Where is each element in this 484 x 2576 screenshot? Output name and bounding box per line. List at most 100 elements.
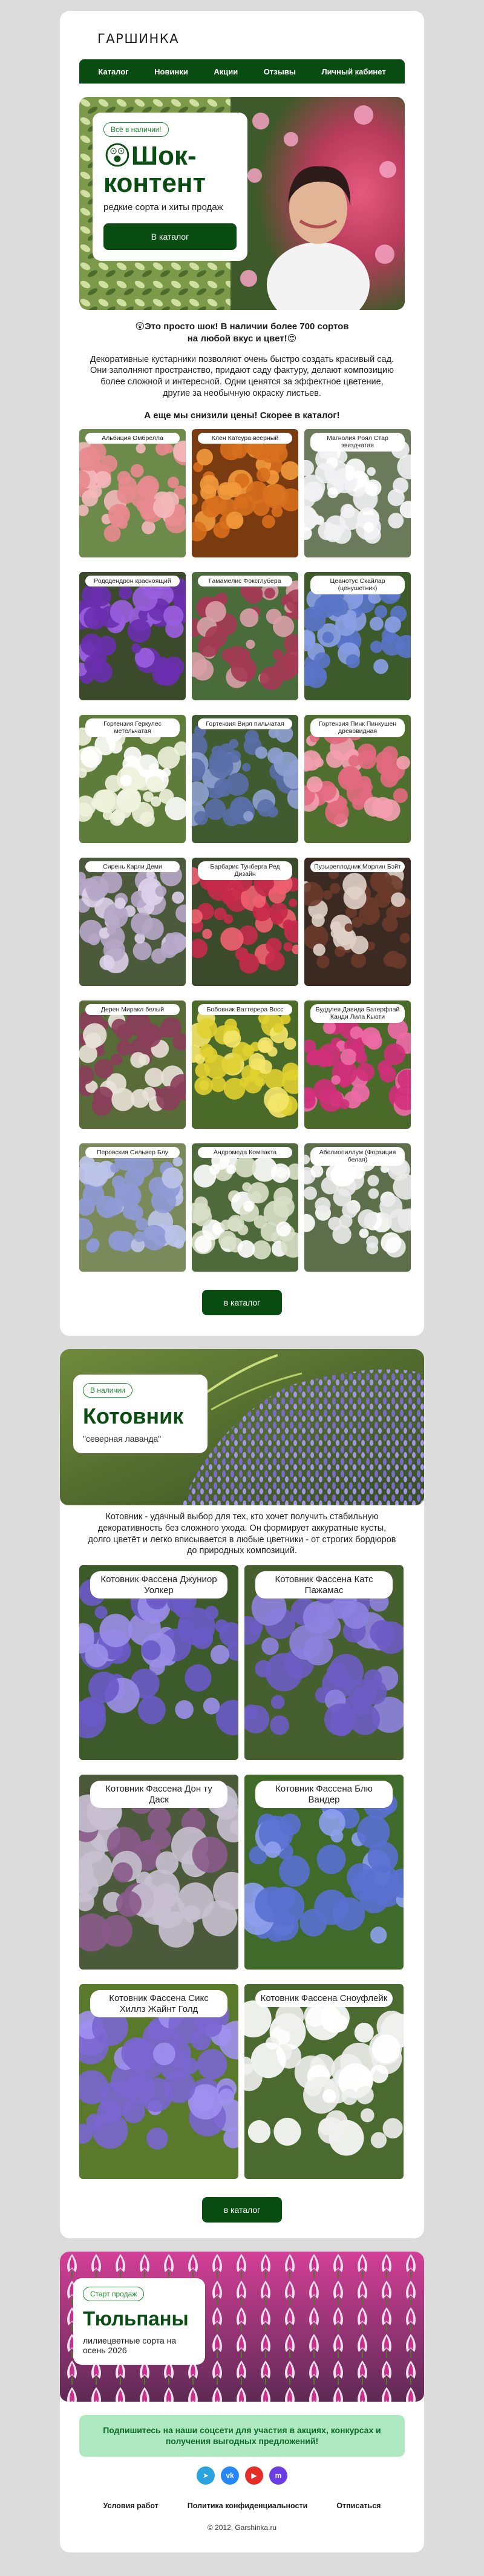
vk-icon[interactable]: vk <box>221 2466 239 2485</box>
shrub-photo <box>79 429 186 557</box>
shrub-card[interactable]: Барбарис Тунберга Ред Дизайн <box>192 857 298 986</box>
kotovnik-card: В наличии Котовник "северная лаванда" Ко… <box>60 1349 424 2239</box>
intro-heading: 😲Это просто шок! В наличии более 700 сор… <box>135 321 349 344</box>
nav-promo[interactable]: Акции <box>214 67 238 76</box>
shrub-card[interactable]: Альбиция Омбрелла <box>79 429 186 557</box>
hero-title: 😲Шок- контент <box>103 141 206 198</box>
kotovnik-card-item[interactable]: Котовник Фассена Дон ту Даск <box>79 1775 238 1970</box>
kotovnik-catalog-button[interactable]: в каталог <box>202 2197 282 2223</box>
shrub-photo <box>79 571 186 700</box>
logo[interactable]: ГАРШИНКА <box>79 27 405 51</box>
kotovnik-label: Котовник Фассена Блю Вандер <box>255 1781 393 1808</box>
shrub-card[interactable]: Цеанотус Скайлар (ценушетник) <box>304 571 411 700</box>
kotovnik-title: Котовник <box>83 1403 184 1428</box>
grid-heading: А еще мы снизили цены! Скорее в каталог! <box>144 410 340 421</box>
kotovnik-card-item[interactable]: Котовник Фассена Сикс Хиллз Жайнт Голд <box>79 1984 238 2180</box>
shrub-label: Гортензия Геркулес метельчатая <box>85 718 180 738</box>
telegram-icon[interactable]: ➤ <box>197 2466 215 2485</box>
terms-link[interactable]: Условия работ <box>103 2502 159 2510</box>
shrub-card[interactable]: Гортензия Геркулес метельчатая <box>79 714 186 843</box>
social-links: ➤ vk ▶ m <box>60 2466 424 2485</box>
nav-account[interactable]: Личный кабинет <box>321 67 385 76</box>
youtube-icon[interactable]: ▶ <box>245 2466 263 2485</box>
shrub-label: Дерен Миракл белый <box>85 1004 180 1016</box>
shrub-card[interactable]: Пузыреплодник Морлин Бэйт <box>304 857 411 986</box>
shrub-photo <box>79 1000 186 1129</box>
kotovnik-label: Котовник Фассена Катс Пажамас <box>255 1571 393 1598</box>
kotovnik-label: Котовник Фассена Сноуфлейк <box>255 1990 393 2007</box>
shrub-label: Бобовник Ваттерера Восс <box>198 1004 292 1016</box>
hero-badge: Всё в наличии! <box>103 122 169 137</box>
shrub-card[interactable]: Абелиопиллум (Форзиция белая) <box>304 1143 411 1272</box>
kotovnik-text: Котовник - удачный выбор для тех, кто хо… <box>88 1511 396 1556</box>
kotovnik-label: Котовник Фассена Сикс Хиллз Жайнт Голд <box>90 1990 227 2017</box>
shrub-card[interactable]: Дерен Миракл белый <box>79 1000 186 1129</box>
nav-catalog[interactable]: Каталог <box>98 67 128 76</box>
tulips-subtitle: лилиецветные сорта на осень 2026 <box>83 2335 177 2355</box>
logo-text: ГАРШИНКА <box>97 31 180 46</box>
shrub-card[interactable]: Андромеда Компакта <box>192 1143 298 1272</box>
shrub-label: Гамамелис Фоксглубера <box>198 575 292 587</box>
kotovnik-card-item[interactable]: Котовник Фассена Катс Пажамас <box>244 1565 404 1761</box>
copyright: © 2012, Garshinka.ru <box>207 2523 277 2532</box>
tulips-title: Тюльпаны <box>83 2307 189 2330</box>
hero-banner: Всё в наличии! 😲Шок- контент редкие сорт… <box>79 97 405 310</box>
hero-subtitle: редкие сорта и хиты продаж <box>103 202 223 212</box>
kotovnik-photo-item <box>244 1984 404 2180</box>
shrub-label: Буддлея Давида Батерфлай Канди Лила Кьют… <box>310 1004 405 1024</box>
shrub-photo <box>192 1000 298 1129</box>
footer-links: Условия работ Политика конфиденциальност… <box>60 2502 424 2510</box>
kotovnik-card-item[interactable]: Котовник Фассена Сноуфлейк <box>244 1984 404 2180</box>
kotovnik-badge: В наличии <box>83 1382 133 1398</box>
main-nav: Каталог Новинки Акции Отзывы Личный каби… <box>79 59 405 84</box>
tulips-box: Старт продаж Тюльпаны лилиецветные сорта… <box>73 2278 205 2365</box>
shrub-card[interactable]: Сирень Карли Деми <box>79 857 186 986</box>
unsubscribe-link[interactable]: Отписаться <box>336 2502 381 2510</box>
shrub-card[interactable]: Магнолия Роял Стар звездчатая <box>304 429 411 557</box>
shrub-label: Цеанотус Скайлар (ценушетник) <box>310 575 405 595</box>
shrub-label: Гортензия Пинк Пинкушен древовидная <box>310 718 405 738</box>
shrub-card[interactable]: Рододендрон красноящий <box>79 571 186 700</box>
tulips-banner: Старт продаж Тюльпаны лилиецветные сорта… <box>60 2252 424 2402</box>
hero-promo-box: Всё в наличии! 😲Шок- контент редкие сорт… <box>93 113 247 261</box>
shrub-photo <box>192 571 298 700</box>
nav-new[interactable]: Новинки <box>154 67 188 76</box>
intro-text: Декоративные кустарники позволяют очень … <box>90 354 394 399</box>
kotovnik-label: Котовник Фассена Дон ту Даск <box>90 1781 227 1808</box>
shrub-label: Альбиция Омбрелла <box>85 432 180 444</box>
shrub-card[interactable]: Бобовник Ваттерера Восс <box>192 1000 298 1129</box>
shrub-grid: Альбиция Омбрелла Клен Катсура веерный М… <box>79 429 411 1272</box>
shrub-label: Сирень Карли Деми <box>85 861 180 873</box>
privacy-link[interactable]: Политика конфиденциальности <box>188 2502 307 2510</box>
max-icon[interactable]: m <box>269 2466 287 2485</box>
shrub-card[interactable]: Буддлея Давида Батерфлай Канди Лила Кьют… <box>304 1000 411 1129</box>
hero-catalog-button[interactable]: В каталог <box>103 223 237 250</box>
shrub-label: Гортензия Вирл пильчатая <box>198 718 292 730</box>
shrub-label: Рододендрон красноящий <box>85 575 180 587</box>
kotovnik-grid: Котовник Фассена Джуниор Уолкер Котовник… <box>79 1565 405 2180</box>
kotovnik-subtitle: "северная лаванда" <box>83 1433 162 1444</box>
kotovnik-label: Котовник Фассена Джуниор Уолкер <box>90 1571 227 1598</box>
shrub-label: Перовския Сильвер Блу <box>85 1146 180 1158</box>
shrub-label: Абелиопиллум (Форзиция белая) <box>310 1146 405 1166</box>
shrub-label: Магнолия Роял Стар звездчатая <box>310 432 405 452</box>
main-card: ГАРШИНКА Каталог Новинки Акции Отзывы Ли… <box>60 11 424 1336</box>
shrub-card[interactable]: Перовския Сильвер Блу <box>79 1143 186 1272</box>
kotovnik-box: В наличии Котовник "северная лаванда" <box>73 1374 208 1453</box>
hero-emoji: 😲 <box>103 141 131 171</box>
catalog-button[interactable]: в каталог <box>202 1289 282 1315</box>
kotovnik-card-item[interactable]: Котовник Фассена Блю Вандер <box>244 1775 404 1970</box>
shrub-photo <box>79 1143 186 1272</box>
shrub-card[interactable]: Гамамелис Фоксглубера <box>192 571 298 700</box>
subscribe-banner: Подпишитесь на наши соцсети для участия … <box>79 2415 405 2457</box>
shrub-photo <box>304 857 411 986</box>
shrub-photo <box>192 1143 298 1272</box>
shrub-card[interactable]: Клен Катсура веерный <box>192 429 298 557</box>
shrub-card[interactable]: Гортензия Пинк Пинкушен древовидная <box>304 714 411 843</box>
shrub-card[interactable]: Гортензия Вирл пильчатая <box>192 714 298 843</box>
kotovnik-banner: В наличии Котовник "северная лаванда" <box>60 1349 424 1505</box>
kotovnik-card-item[interactable]: Котовник Фассена Джуниор Уолкер <box>79 1565 238 1761</box>
tulips-card: Старт продаж Тюльпаны лилиецветные сорта… <box>60 2252 424 2552</box>
shrub-label: Барбарис Тунберга Ред Дизайн <box>198 861 292 881</box>
nav-reviews[interactable]: Отзывы <box>264 67 296 76</box>
